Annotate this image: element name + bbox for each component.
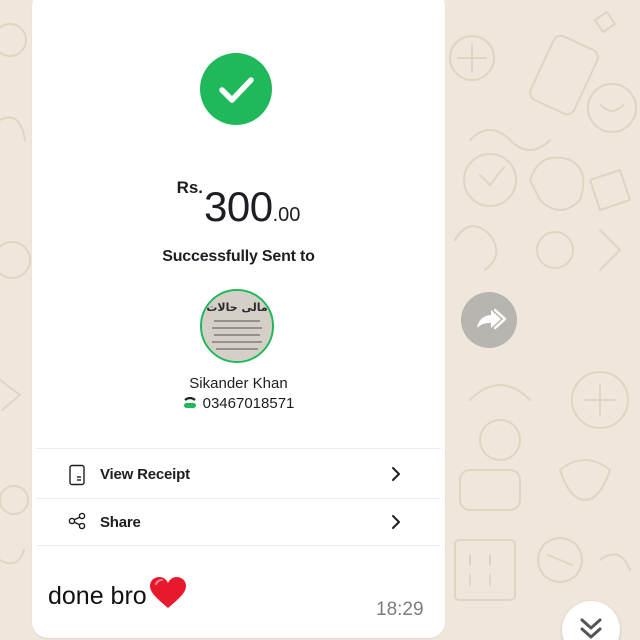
avatar-title: مالی حالات	[206, 301, 267, 314]
payment-amount: Rs.300.00	[32, 178, 445, 231]
recipient-phone-row: 03467018571	[32, 395, 445, 412]
check-icon	[200, 53, 272, 125]
recipient-phone: 03467018571	[202, 395, 295, 412]
forward-icon	[477, 308, 507, 330]
payment-message-bubble[interactable]: Rs.300.00 Successfully Sent to مالی حالا…	[32, 0, 445, 638]
currency-label: Rs.	[176, 178, 204, 197]
message-text: done bro	[48, 576, 188, 617]
divider	[36, 545, 441, 546]
heart-icon	[148, 576, 188, 617]
double-chevron-down-icon	[580, 618, 602, 639]
share-label: Share	[100, 514, 141, 531]
divider	[36, 448, 441, 449]
message-time: 18:29	[376, 599, 424, 620]
amount-integer: 300	[204, 183, 273, 230]
chevron-right-icon	[390, 466, 402, 487]
message-body: done bro	[48, 582, 147, 610]
scroll-to-bottom-button[interactable]	[562, 601, 620, 640]
chevron-right-icon	[390, 514, 402, 535]
view-receipt-label: View Receipt	[100, 466, 190, 483]
share-button[interactable]: Share	[32, 499, 445, 545]
amount-decimal: .00	[272, 204, 301, 226]
receipt-icon	[68, 464, 86, 491]
forward-button[interactable]	[461, 292, 517, 348]
status-text: Successfully Sent to	[162, 248, 315, 265]
wallet-icon	[183, 396, 197, 408]
share-icon	[68, 512, 86, 535]
view-receipt-button[interactable]: View Receipt	[32, 451, 445, 497]
recipient-avatar: مالی حالات	[200, 289, 274, 363]
recipient-name: Sikander Khan	[189, 375, 288, 392]
